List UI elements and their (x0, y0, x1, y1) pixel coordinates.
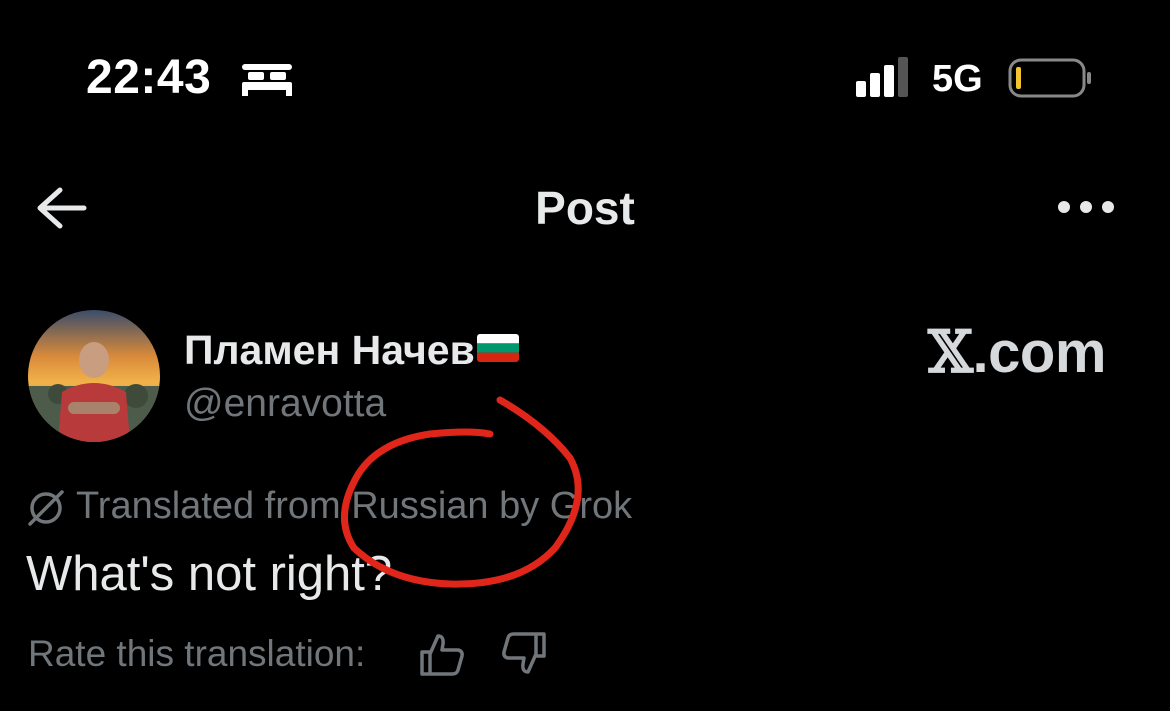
avatar[interactable] (28, 310, 160, 442)
author-handle[interactable]: @enravotta (184, 380, 386, 428)
translation-label: Translated from Russian by Grok (76, 485, 633, 527)
page-title: Post (535, 182, 635, 234)
status-time: 22:43 (86, 51, 212, 104)
bulgarian-flag-icon (476, 334, 519, 362)
network-type: 5G (932, 58, 983, 100)
signal-icon (856, 57, 908, 97)
thumbs-up-icon[interactable] (418, 632, 466, 676)
thumbs-down-icon[interactable] (500, 632, 548, 676)
author-name[interactable]: Пламен Начев (184, 325, 519, 375)
bed-icon (242, 64, 292, 96)
x-logo-glyph: 𝕏 (928, 318, 973, 386)
avatar-image (28, 310, 160, 442)
post-text: What's not right? (26, 547, 393, 601)
x-com-watermark: 𝕏.com (928, 318, 1106, 387)
grok-icon (28, 490, 64, 526)
more-dots-icon[interactable] (1054, 190, 1118, 224)
author-name-text: Пламен Начев (184, 327, 475, 373)
watermark-domain: .com (972, 320, 1107, 385)
battery-icon (1008, 58, 1091, 98)
rate-translation-label: Rate this translation: (28, 633, 366, 674)
